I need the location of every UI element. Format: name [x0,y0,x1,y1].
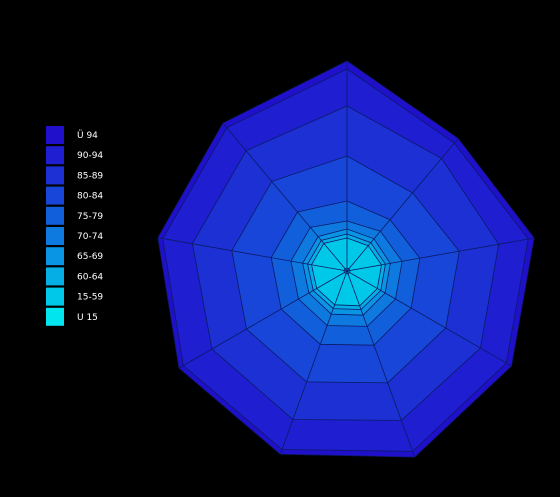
legend-swatch [46,227,64,245]
legend-label: 60-64 [77,272,103,282]
legend-label: 65-69 [77,252,103,262]
legend-swatch [46,186,64,205]
legend-swatch [46,307,64,326]
legend-label: 70-74 [77,232,103,242]
legend-swatch [46,287,64,306]
radar-chart: Ü 94 90-94 85-89 80-84 75-79 70-74 65-69 60-64 1… [46,60,535,458]
legend-label: 15-59 [77,293,103,303]
legend-label: 80-84 [77,192,103,202]
legend: Ü 94 90-94 85-89 80-84 75-79 70-74 65-69 60-64 1… [46,126,103,326]
legend-label: 85-89 [77,171,103,181]
legend-swatch [46,267,64,286]
legend-swatch [46,166,64,185]
legend-label: Ü 94 [77,130,98,141]
legend-swatch [46,146,64,165]
legend-swatch [46,247,64,266]
legend-label: 75-79 [77,212,103,222]
radar-layers [157,60,535,458]
legend-swatch [46,206,64,225]
legend-label: U 15 [77,313,98,323]
legend-swatch [46,126,64,144]
legend-label: 90-94 [77,151,103,161]
